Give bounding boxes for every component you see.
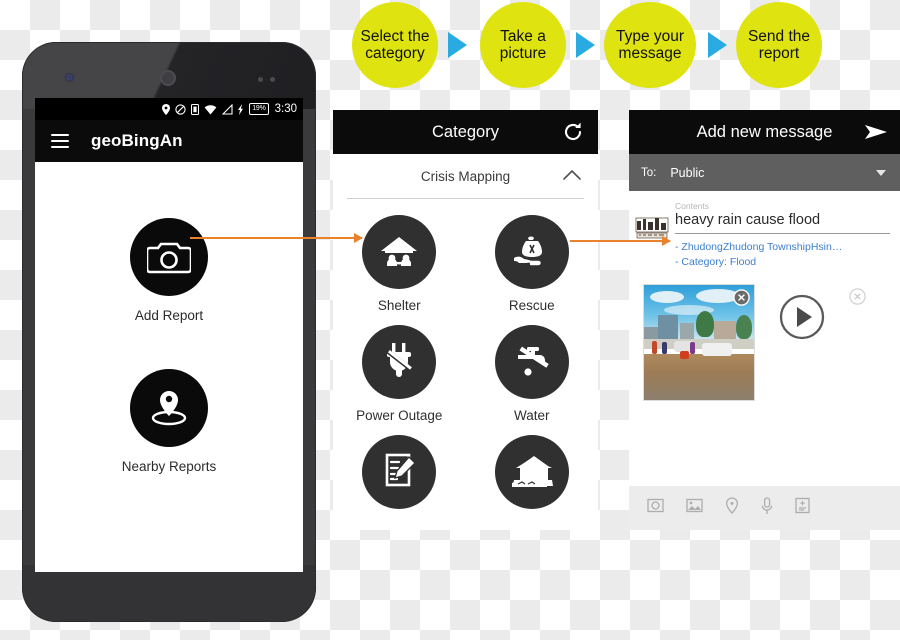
audio-close-x-circle-icon[interactable]: [849, 288, 866, 310]
status-clock: 3:30: [274, 103, 297, 115]
category-label-rescue: Rescue: [508, 298, 555, 313]
meta-category[interactable]: - Category: Flood: [675, 255, 890, 270]
step-arrow-1-icon: [448, 32, 467, 58]
step-arrow-3-icon: [708, 32, 727, 58]
category-title: Category: [432, 122, 499, 141]
battery-percent-badge: 19%: [249, 103, 269, 115]
category-divider: [347, 198, 584, 199]
add-report-label: Add Report: [134, 308, 204, 323]
meta-location[interactable]: - ZhudongZhudong TownshipHsin…: [675, 240, 890, 255]
category-section-header[interactable]: Crisis Mapping: [333, 154, 598, 198]
camera-icon[interactable]: [647, 497, 664, 519]
recipient-row[interactable]: To: Public: [629, 154, 900, 191]
map-pin-radar-icon: [129, 369, 208, 447]
category-item-water[interactable]: Water: [466, 325, 599, 423]
microphone-icon[interactable]: [761, 496, 773, 520]
category-to-message-arrow: [570, 236, 671, 246]
nearby-reports-label: Nearby Reports: [121, 459, 217, 474]
home-screen-body: Add Report Nearby Reports: [35, 162, 303, 572]
category-header: Category: [333, 110, 598, 154]
category-section-label: Crisis Mapping: [420, 168, 511, 184]
location-pin-icon: [162, 103, 171, 115]
proximity-sensor-icon: [258, 77, 263, 82]
contents-label: Contents: [675, 201, 710, 211]
phone-screen: 19% 3:30 geoBingAn Add Report Nearby Rep…: [35, 98, 303, 572]
flooded-street-photo[interactable]: [643, 284, 755, 402]
category-label-water: Water: [513, 408, 550, 423]
wifi-icon: [204, 104, 217, 115]
step-circle-2: Take a picture: [480, 2, 566, 88]
recipient-label: To:: [641, 166, 657, 179]
faucet-icon: [494, 325, 569, 399]
category-item-power-outage[interactable]: Power Outage: [333, 325, 466, 423]
signal-bars-icon: [222, 103, 233, 115]
attachment-toolbar: [629, 486, 900, 530]
recipient-value: Public: [670, 165, 705, 180]
step-circle-3: Type your message: [604, 2, 696, 88]
sim-card-icon: [191, 103, 200, 115]
category-label-shelter: Shelter: [377, 298, 421, 313]
phone-bottom-bezel: [23, 565, 315, 621]
contents-underline: [675, 233, 890, 234]
app-title: geoBingAn: [91, 131, 183, 150]
power-plug-icon: [362, 325, 437, 399]
category-item-damaged-house[interactable]: [466, 435, 599, 518]
message-header: Add new message: [629, 110, 900, 154]
step-label-4: Send the report: [747, 27, 811, 62]
add-report-to-category-arrow: [190, 233, 363, 243]
step-label-2: Take a picture: [499, 27, 547, 62]
category-item-shelter[interactable]: Shelter: [333, 215, 466, 313]
add-report-button[interactable]: Add Report: [130, 218, 208, 323]
step-circle-4: Send the report: [736, 2, 822, 88]
hamburger-menu-icon[interactable]: [51, 134, 69, 148]
rescue-hand-aid-icon: [494, 215, 569, 289]
do-not-disturb-icon: [175, 103, 186, 115]
status-bar: 19% 3:30: [35, 98, 303, 120]
front-camera-icon: [66, 74, 73, 81]
contents-input[interactable]: heavy rain cause flood: [675, 212, 890, 233]
gallery-image-icon[interactable]: [686, 497, 703, 519]
app-bar: geoBingAn: [35, 120, 303, 162]
category-grid: Shelter Rescue Power Outage Water: [333, 205, 598, 518]
report-form-pen-icon: [362, 435, 437, 509]
step-arrow-2-icon: [576, 32, 595, 58]
close-x-circle-icon[interactable]: [733, 289, 750, 311]
step-label-1: Select the category: [360, 27, 430, 62]
location-pin-icon[interactable]: [725, 496, 739, 520]
contents-field-group: Contents heavy rain cause flood - Zhudon…: [675, 201, 900, 270]
send-paper-plane-icon[interactable]: [864, 122, 888, 147]
category-label-power-outage: Power Outage: [356, 408, 443, 423]
damaged-house-icon: [494, 435, 569, 509]
earpiece-speaker-icon: [160, 70, 176, 86]
charging-bolt-icon: [238, 103, 244, 115]
message-title: Add new message: [696, 122, 833, 141]
step-label-3: Type your message: [615, 27, 685, 62]
category-item-rescue[interactable]: Rescue: [466, 215, 599, 313]
phone-device: 19% 3:30 geoBingAn Add Report Nearby Rep…: [22, 42, 316, 622]
steps-banner: Select the category Take a picture Type …: [352, 0, 900, 90]
form-add-icon[interactable]: [795, 497, 810, 519]
message-body: Contents heavy rain cause flood - Zhudon…: [629, 191, 900, 270]
shelter-house-people-icon: [362, 215, 437, 289]
nearby-reports-button[interactable]: Nearby Reports: [121, 369, 217, 474]
play-circle-icon[interactable]: [777, 292, 827, 347]
light-sensor-icon: [270, 77, 275, 82]
category-item-report-form[interactable]: [333, 435, 466, 518]
step-circle-1: Select the category: [352, 2, 438, 88]
chevron-up-icon[interactable]: [562, 168, 582, 185]
category-screen: Category Crisis Mapping Shelter Rescue P…: [333, 110, 598, 530]
camera-icon: [130, 218, 208, 296]
media-attachments-row: [629, 284, 900, 402]
refresh-icon[interactable]: [562, 121, 584, 148]
chevron-down-icon[interactable]: [876, 170, 886, 176]
add-message-screen: Add new message To: Public Contents heav…: [629, 110, 900, 530]
